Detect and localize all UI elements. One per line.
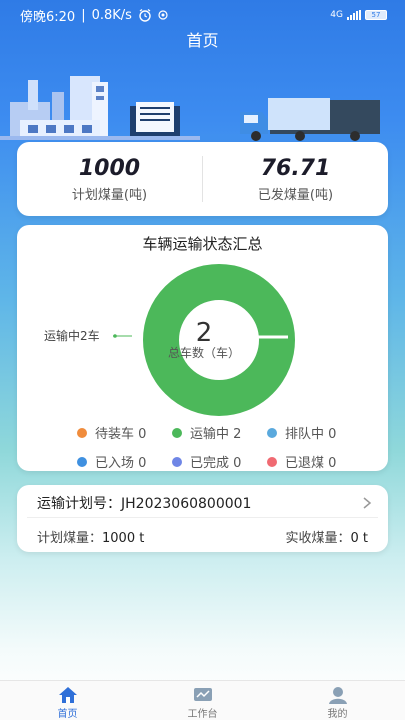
coal-summary-card: 1000 计划煤量(吨) 76.71 已发煤量(吨) [17, 142, 388, 216]
legend-label: 运输中 2 [190, 427, 242, 442]
legend-dot [267, 427, 277, 438]
donut-legend: 待装车 0 运输中 2 排队中 0 已入场 0 已完成 0 已退煤 0 [77, 423, 377, 471]
transport-donut-chart: 2 总车数（车） 运输中2车 [44, 264, 295, 416]
legend-label: 待装车 0 [95, 427, 147, 442]
plan-planned-label: 计划煤量： [37, 531, 103, 546]
legend-dot [267, 456, 277, 467]
planned-coal-value: 1000 [78, 155, 141, 181]
planned-coal-label: 计划煤量(吨) [71, 187, 148, 203]
workbench-chart-icon [193, 688, 212, 701]
tab-home-label: 首页 [57, 709, 78, 720]
network-type: 4G [330, 10, 343, 20]
plan-amounts-row: 计划煤量：1000 t 实收煤量：0 t [37, 527, 368, 546]
legend-dot [77, 427, 87, 438]
transport-status-card: 车辆运输状态汇总 2 总车数（车） 运输中2车 待装车 0 运输中 2 排队中 … [17, 225, 388, 471]
donut-total-value: 2 [196, 318, 213, 348]
plan-planned-value: 1000 t [102, 531, 145, 546]
status-time: 傍晚6:20 [20, 9, 76, 25]
tab-profile-label: 我的 [327, 709, 348, 720]
tab-workbench[interactable]: 工作台 [135, 681, 270, 720]
page-title: 首页 [186, 31, 219, 50]
home-icon [58, 687, 77, 703]
plan-number: 运输计划号：JH2023060800001 [37, 493, 251, 513]
chevron-right-icon[interactable] [362, 496, 372, 510]
status-speed: 0.8K/s [91, 7, 132, 23]
truck-icon [240, 98, 380, 141]
plan-number-value: JH2023060800001 [121, 496, 252, 512]
plan-number-label: 运输计划号： [37, 496, 121, 512]
factory-icon [0, 76, 200, 140]
legend-label: 已退煤 0 [285, 456, 337, 471]
plan-number-row[interactable]: 运输计划号：JH2023060800001 [37, 493, 372, 513]
legend-dot [172, 427, 182, 438]
legend-item-returned[interactable]: 已退煤 0 [267, 452, 362, 471]
profile-icon [328, 687, 347, 704]
tab-home[interactable]: 首页 [0, 681, 135, 720]
legend-label: 已入场 0 [95, 456, 147, 471]
legend-item-queued[interactable]: 排队中 0 [267, 423, 362, 442]
status-separator: | [81, 7, 86, 23]
alarm-clock-icon [139, 8, 151, 22]
legend-label: 排队中 0 [285, 427, 337, 442]
app-notification-icon [158, 10, 168, 20]
tab-workbench-label: 工作台 [187, 709, 218, 720]
plan-received: 实收煤量：0 t [285, 527, 368, 546]
donut-total-label: 总车数（车） [168, 345, 240, 360]
callout-label: 运输中2车 [44, 328, 100, 343]
donut-ring [143, 264, 295, 416]
legend-dot [77, 456, 87, 467]
status-bar: 傍晚6:20 | 0.8K/s 4G 57 [0, 0, 405, 30]
plan-planned: 计划煤量：1000 t [37, 527, 144, 546]
divider [27, 517, 378, 518]
legend-dot [172, 456, 182, 467]
legend-item-entered[interactable]: 已入场 0 [77, 452, 172, 471]
battery-icon: 57 [365, 10, 387, 20]
shipped-coal-value: 76.71 [260, 155, 331, 181]
transport-plan-card[interactable]: 运输计划号：JH2023060800001 计划煤量：1000 t 实收煤量：0… [17, 485, 388, 552]
factory-truck-illustration [0, 76, 380, 141]
planned-coal-stat: 1000 计划煤量(吨) [17, 142, 202, 216]
shipped-coal-stat: 76.71 已发煤量(吨) [203, 142, 388, 216]
legend-label: 已完成 0 [190, 456, 242, 471]
legend-item-completed[interactable]: 已完成 0 [172, 452, 267, 471]
plan-received-value: 0 t [350, 531, 368, 546]
tab-profile[interactable]: 我的 [270, 681, 405, 720]
bottom-tab-bar: 首页 工作台 我的 [0, 680, 405, 720]
legend-item-in-transit[interactable]: 运输中 2 [172, 423, 267, 442]
shipped-coal-label: 已发煤量(吨) [257, 187, 334, 203]
legend-item-pending-load[interactable]: 待装车 0 [77, 423, 172, 442]
signal-icon [347, 10, 361, 20]
plan-received-label: 实收煤量： [285, 531, 351, 546]
callout-dot [113, 334, 117, 338]
